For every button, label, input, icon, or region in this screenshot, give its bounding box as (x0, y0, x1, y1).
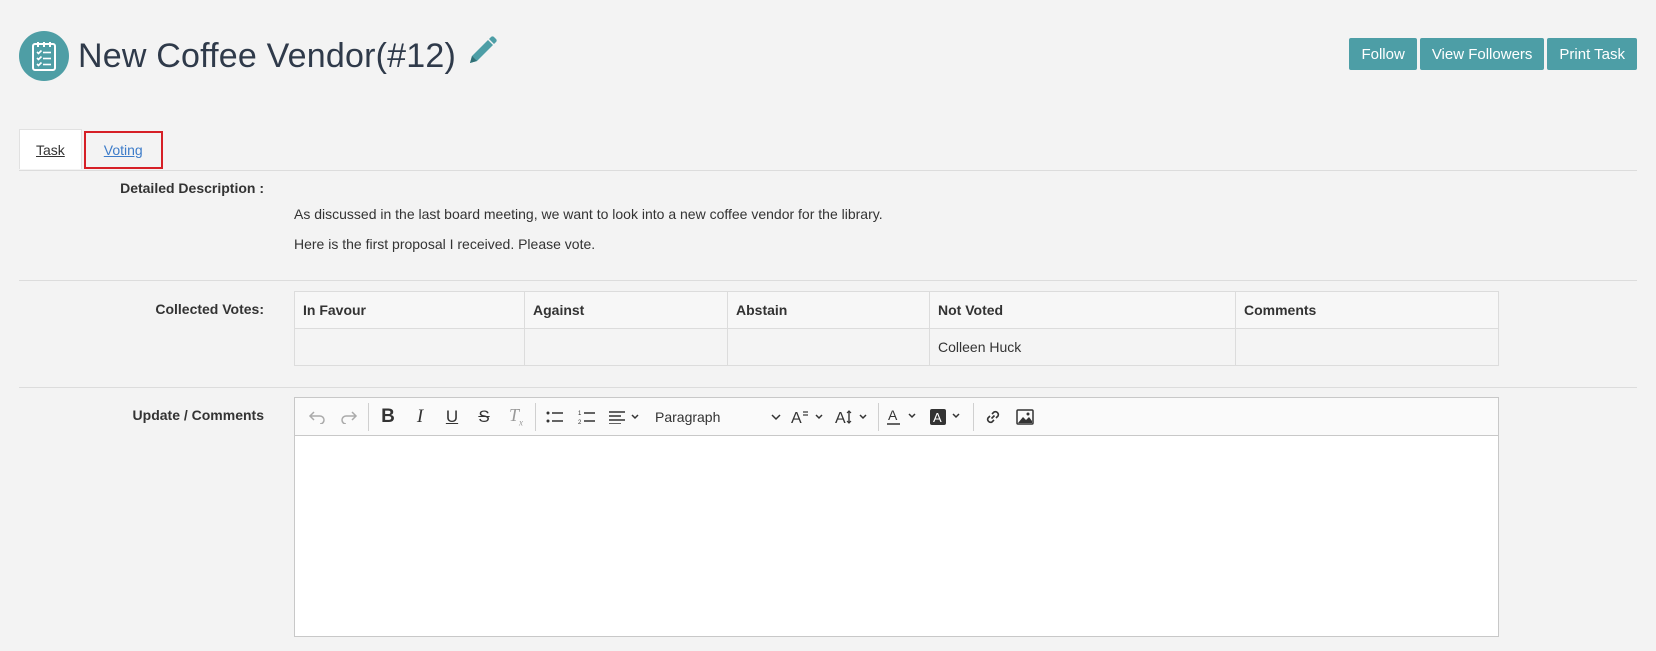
collected-votes-label: Collected Votes: (155, 301, 264, 317)
clear-formatting-icon[interactable]: Tx (500, 402, 532, 432)
column-header: Abstain (727, 291, 930, 329)
editor-toolbar: B I U S Tx 12 Paragraph A A A A (295, 398, 1498, 436)
font-family-dropdown-icon[interactable]: A (831, 402, 875, 432)
toolbar-separator (973, 402, 974, 431)
bulleted-list-icon[interactable] (539, 402, 571, 432)
undo-icon[interactable] (301, 402, 333, 432)
paragraph-format-select[interactable]: Paragraph (647, 402, 787, 432)
svg-text:2: 2 (578, 420, 582, 425)
paragraph-format-value: Paragraph (655, 408, 721, 425)
header-actions: Follow View Followers Print Task (1349, 38, 1637, 70)
font-color-dropdown-icon[interactable]: A (882, 402, 926, 432)
background-color-dropdown-icon[interactable]: A (926, 402, 970, 432)
image-icon[interactable] (1009, 402, 1041, 432)
table-row: Colleen Huck (294, 328, 1499, 366)
svg-text:A: A (835, 410, 846, 425)
svg-text:A: A (888, 408, 898, 423)
table-cell (294, 328, 525, 366)
divider (19, 387, 1637, 388)
column-header: Against (524, 291, 728, 329)
strikethrough-icon[interactable]: S (468, 402, 500, 432)
table-header-row: In Favour Against Abstain Not Voted Comm… (294, 291, 1499, 329)
svg-text:A: A (791, 410, 802, 425)
link-icon[interactable] (977, 402, 1009, 432)
svg-text:1: 1 (578, 411, 582, 417)
tab-task[interactable]: Task (19, 129, 82, 169)
print-task-button[interactable]: Print Task (1547, 38, 1637, 70)
toolbar-separator (368, 402, 369, 431)
description-line: Here is the first proposal I received. P… (294, 236, 596, 252)
font-size-dropdown-icon[interactable]: A (787, 402, 831, 432)
table-cell (727, 328, 930, 366)
column-header: In Favour (294, 291, 525, 329)
table-cell: Colleen Huck (929, 328, 1236, 366)
table-cell (524, 328, 728, 366)
description-label: Detailed Description : (120, 180, 264, 196)
comment-editor: B I U S Tx 12 Paragraph A A A A (294, 397, 1499, 637)
svg-text:A: A (933, 410, 942, 425)
tab-bar: Task Voting (19, 129, 163, 169)
align-dropdown-icon[interactable] (603, 402, 647, 432)
votes-table: In Favour Against Abstain Not Voted Comm… (294, 291, 1499, 366)
italic-icon[interactable]: I (404, 402, 436, 432)
task-list-icon (19, 31, 69, 81)
chevron-down-icon (771, 413, 781, 420)
description-line: As discussed in the last board meeting, … (294, 206, 883, 222)
tab-voting[interactable]: Voting (83, 131, 163, 169)
editor-content-area[interactable] (295, 436, 1498, 636)
pencil-icon[interactable] (464, 33, 500, 74)
toolbar-separator (878, 402, 879, 431)
bold-icon[interactable]: B (372, 402, 404, 432)
view-followers-button[interactable]: View Followers (1419, 38, 1545, 70)
divider (19, 280, 1637, 281)
toolbar-separator (535, 402, 536, 431)
page-header: New Coffee Vendor(#12) (19, 30, 500, 82)
page-title: New Coffee Vendor(#12) (78, 36, 457, 75)
follow-button[interactable]: Follow (1349, 38, 1417, 70)
column-header: Not Voted (929, 291, 1236, 329)
numbered-list-icon[interactable]: 12 (571, 402, 603, 432)
comments-label: Update / Comments (132, 407, 264, 423)
underline-icon[interactable]: U (436, 402, 468, 432)
column-header: Comments (1235, 291, 1499, 329)
redo-icon[interactable] (333, 402, 365, 432)
divider (19, 170, 1637, 171)
table-cell (1235, 328, 1499, 366)
